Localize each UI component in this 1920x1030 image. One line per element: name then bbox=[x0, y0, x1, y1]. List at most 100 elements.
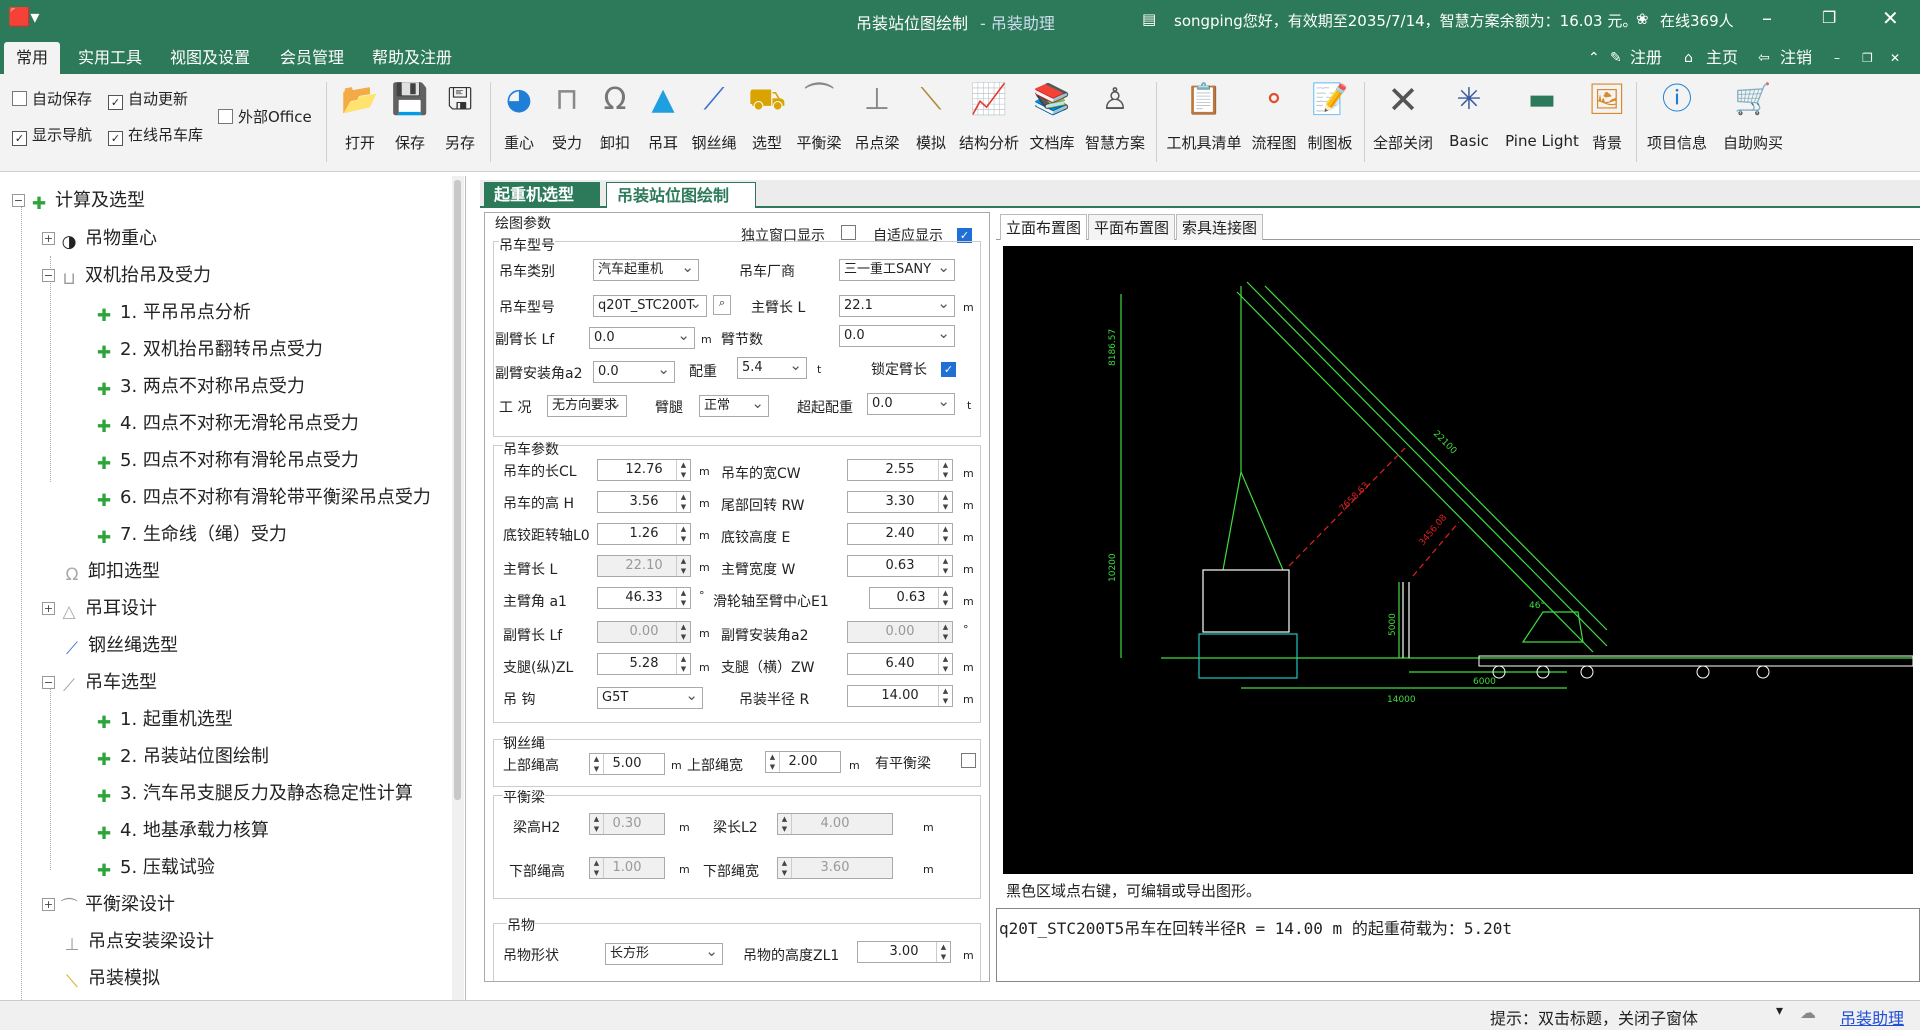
balance-beam-button[interactable]: ⏜ 平衡梁 bbox=[792, 80, 846, 164]
mdi-close-icon[interactable]: ✕ bbox=[1878, 42, 1912, 74]
pine-light-button[interactable]: ▬ Pine Light bbox=[1502, 80, 1582, 164]
h2-input[interactable]: ▲ ▼ 0.30 bbox=[589, 813, 665, 835]
shackle-button[interactable]: Ω 卸扣 bbox=[592, 80, 638, 164]
hook-select[interactable]: G5T bbox=[597, 687, 703, 709]
a1-input[interactable]: 46.33 ▲ ▼ bbox=[597, 587, 691, 609]
rw-input[interactable]: 3.30 ▲ ▼ bbox=[847, 491, 953, 513]
crane-type-select[interactable]: 汽车起重机 bbox=[593, 259, 699, 281]
cw-input[interactable]: 2.55 ▲ ▼ bbox=[847, 459, 953, 481]
smart-plan-button[interactable]: ♙ 智慧方案 bbox=[1082, 80, 1148, 164]
has-beam-checkbox[interactable] bbox=[961, 753, 981, 770]
tree-item-c2[interactable]: ✚ 2. 吊装站位图绘制 bbox=[94, 742, 269, 770]
app-link[interactable]: 吊装助理 bbox=[1840, 1005, 1904, 1029]
tree-item-shackle[interactable]: Ω 卸扣选型 bbox=[62, 557, 161, 585]
close-all-button[interactable]: ✕ 全部关闭 bbox=[1370, 80, 1436, 164]
close-window-button[interactable]: ✕ bbox=[1882, 6, 1899, 30]
wire-button[interactable]: ⟋ 钢丝绳 bbox=[688, 80, 740, 164]
auto-update-checkbox[interactable]: ✓ 自动更新 bbox=[108, 88, 188, 110]
tree-item-c4[interactable]: ✚ 4. 地基承载力核算 bbox=[94, 816, 269, 844]
simulate-button[interactable]: ⟍ 模拟 bbox=[908, 80, 954, 164]
force-button[interactable]: ⊓ 受力 bbox=[544, 80, 590, 164]
model-search-button[interactable]: ⌕ bbox=[713, 295, 731, 315]
outrigger-select[interactable]: 正常 bbox=[699, 395, 769, 417]
model-select[interactable]: q20T_STC200T bbox=[593, 295, 707, 317]
tree-item-cg[interactable]: + ◑ 吊物重心 bbox=[42, 224, 157, 252]
tab-view-settings[interactable]: 视图及设置 bbox=[158, 42, 262, 74]
tree-item-c1[interactable]: ✚ 1. 起重机选型 bbox=[94, 705, 233, 733]
condition-select[interactable]: 无方向要求 bbox=[547, 395, 627, 417]
lower-w-input[interactable]: ▲ ▼ 3.60 bbox=[777, 857, 893, 879]
flowchart-button[interactable]: ⚬ 流程图 bbox=[1248, 80, 1300, 164]
l0-input[interactable]: 1.26 ▲ ▼ bbox=[597, 523, 691, 545]
online-crane-db-checkbox[interactable]: ✓ 在线吊车库 bbox=[108, 124, 203, 146]
home-link[interactable]: 主页 bbox=[1706, 42, 1738, 74]
open-button[interactable]: 📂 打开 bbox=[336, 80, 384, 164]
tab-tools[interactable]: 实用工具 bbox=[66, 42, 154, 74]
doc-library-button[interactable]: 📚 文档库 bbox=[1024, 80, 1080, 164]
lock-boom-checkbox[interactable]: ✓ bbox=[941, 359, 956, 377]
lf-input[interactable]: 0.00 ▲ ▼ bbox=[597, 621, 691, 643]
chevron-down-icon[interactable]: ▾ bbox=[1776, 1003, 1783, 1019]
cg-button[interactable]: ◕ 重心 bbox=[496, 80, 542, 164]
tree-item-wire[interactable]: ⟋ 钢丝绳选型 bbox=[62, 631, 178, 659]
tree-item-d5[interactable]: ✚ 5. 四点不对称有滑轮吊点受力 bbox=[94, 446, 359, 474]
minimize-button[interactable]: – bbox=[1762, 6, 1772, 30]
select-button[interactable]: ⛟ 选型 bbox=[744, 80, 790, 164]
tab-rigging[interactable]: 索具连接图 bbox=[1176, 214, 1264, 240]
tree-item-d6[interactable]: ✚ 6. 四点不对称有滑轮带平衡梁吊点受力 bbox=[94, 483, 431, 511]
mdi-minimize-icon[interactable]: – bbox=[1822, 42, 1852, 74]
tab-elevation[interactable]: 立面布置图 bbox=[1000, 214, 1088, 240]
tree-item-dual[interactable]: − ⊔ 双机抬吊及受力 bbox=[42, 261, 211, 289]
project-info-button[interactable]: ⓘ 项目信息 bbox=[1642, 80, 1712, 164]
tree-item-crane[interactable]: − ⟋ 吊车选型 bbox=[42, 668, 157, 696]
tab-crane-select[interactable]: 起重机选型 ✕ bbox=[484, 182, 600, 230]
external-office-checkbox[interactable]: 外部Office bbox=[218, 106, 312, 127]
save-button[interactable]: 💾 保存 bbox=[386, 80, 434, 164]
counterweight-select[interactable]: 5.4 bbox=[737, 357, 807, 379]
independent-window-checkbox[interactable] bbox=[841, 225, 861, 242]
app-logo-icon[interactable]: 🟥▾ bbox=[8, 7, 39, 28]
shape-select[interactable]: 长方形 bbox=[605, 943, 723, 965]
restore-button[interactable]: ❐ bbox=[1822, 8, 1836, 27]
tree-item-d4[interactable]: ✚ 4. 四点不对称无滑轮吊点受力 bbox=[94, 409, 359, 437]
e1-input[interactable]: 0.63 ▲ ▼ bbox=[869, 587, 953, 609]
tab-help[interactable]: 帮助及注册 bbox=[360, 42, 464, 74]
tree-item-balance[interactable]: + ⏜ 平衡梁设计 bbox=[42, 890, 175, 918]
lug-button[interactable]: ▲ 吊耳 bbox=[640, 80, 686, 164]
tab-plan[interactable]: 平面布置图 bbox=[1088, 214, 1176, 240]
l2-input[interactable]: ▲ ▼ 4.00 bbox=[777, 813, 893, 835]
cl-input[interactable]: 12.76 ▲ ▼ bbox=[597, 459, 691, 481]
w-input[interactable]: 0.63 ▲ ▼ bbox=[847, 555, 953, 577]
lift-beam-button[interactable]: ⊥ 吊点梁 bbox=[850, 80, 904, 164]
register-icon[interactable]: ✎ bbox=[1598, 42, 1634, 74]
register-link[interactable]: 注册 bbox=[1630, 42, 1662, 74]
jib-angle-select[interactable]: 0.0 bbox=[593, 361, 675, 383]
struct-analysis-button[interactable]: 📈 结构分析 bbox=[956, 80, 1022, 164]
result-textbox[interactable]: q20T_STC200T5吊车在回转半径R = 14.00 m 的起重荷载为：5… bbox=[996, 908, 1920, 982]
upper-w-input[interactable]: ▲ ▼ 2.00 bbox=[765, 751, 841, 773]
tree-item-sim[interactable]: ⟍ 吊装模拟 bbox=[62, 964, 160, 992]
background-button[interactable]: 🖼 背景 bbox=[1584, 80, 1630, 164]
elevation-canvas[interactable]: 8186.57 10200 22100 5000 6000 14000 46° … bbox=[1003, 246, 1914, 874]
tree-scrollbar[interactable] bbox=[452, 176, 464, 1006]
e-input[interactable]: 2.40 ▲ ▼ bbox=[847, 523, 953, 545]
tab-member[interactable]: 会员管理 bbox=[268, 42, 356, 74]
logout-link[interactable]: 注销 bbox=[1780, 42, 1812, 74]
tree-item-d2[interactable]: ✚ 2. 双机抬吊翻转吊点受力 bbox=[94, 335, 323, 363]
tree-scroll-thumb[interactable] bbox=[454, 180, 461, 800]
show-nav-checkbox[interactable]: ✓ 显示导航 bbox=[12, 124, 92, 146]
logout-icon[interactable]: ⇦ bbox=[1746, 42, 1782, 74]
tree-item-d3[interactable]: ✚ 3. 两点不对称吊点受力 bbox=[94, 372, 305, 400]
lower-h-input[interactable]: ▲ ▼ 1.00 bbox=[589, 857, 665, 879]
auto-save-checkbox[interactable]: 自动保存 bbox=[12, 88, 92, 109]
buy-button[interactable]: 🛒 自助购买 bbox=[1718, 80, 1788, 164]
jib-select[interactable]: 0.0 bbox=[589, 327, 695, 349]
tree-item-d7[interactable]: ✚ 7. 生命线（绳）受力 bbox=[94, 520, 287, 548]
h-input[interactable]: 3.56 ▲ ▼ bbox=[597, 491, 691, 513]
jib-sections-select[interactable]: 0.0 bbox=[839, 325, 955, 347]
save-as-button[interactable]: 🖫 另存 bbox=[436, 80, 484, 164]
zl1-input[interactable]: 3.00 ▲ ▼ bbox=[857, 941, 951, 963]
upper-h-input[interactable]: ▲ ▼ 5.00 bbox=[589, 753, 665, 775]
maker-select[interactable]: 三一重工SANY bbox=[839, 259, 955, 281]
tab-station-drawing[interactable]: 吊装站位图绘制 ✕ bbox=[606, 182, 756, 231]
